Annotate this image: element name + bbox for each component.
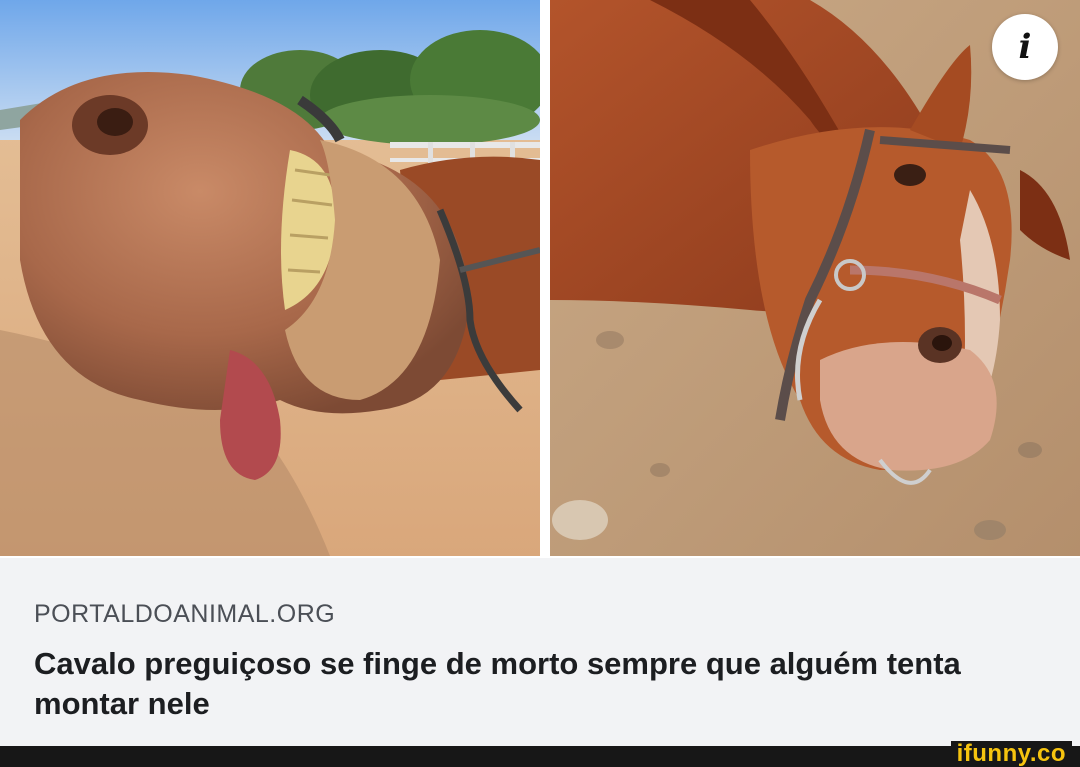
horse-smiling-photo [0,0,540,556]
image-divider [540,0,550,556]
horse-lying-photo: i [550,0,1080,556]
info-icon: i [1018,27,1032,67]
link-domain: PORTALDOANIMAL.ORG [34,600,336,628]
link-title[interactable]: Cavalo preguiçoso se finge de morto semp… [34,644,1044,724]
ifunny-watermark: ifunny.co [950,741,1072,767]
link-preview-card[interactable]: PORTALDOANIMAL.ORG Cavalo preguiçoso se … [0,558,1080,746]
footer-bar [0,746,1080,767]
info-button[interactable]: i [992,14,1058,80]
